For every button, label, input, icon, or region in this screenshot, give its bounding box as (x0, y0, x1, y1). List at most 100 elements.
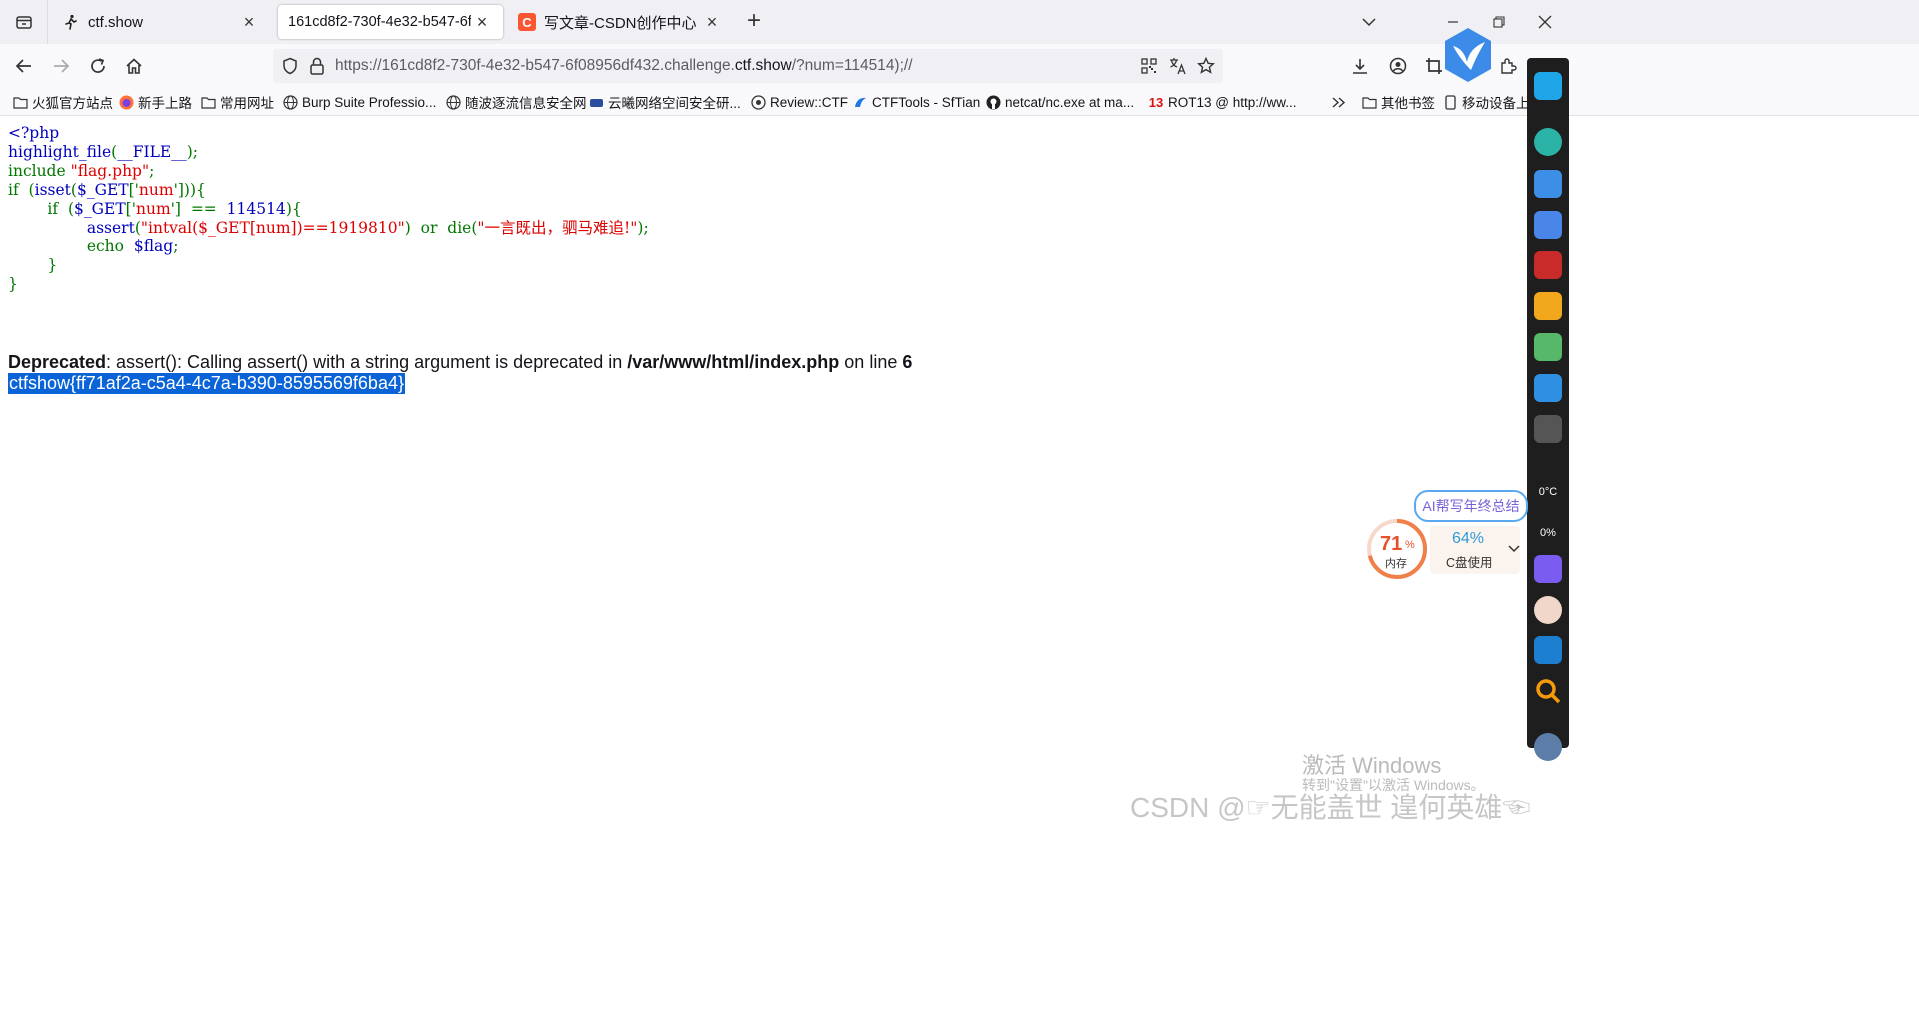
bookmark-item[interactable]: CTFTools - SfTian (852, 92, 980, 112)
bookmark-label: 常用网址 (220, 96, 274, 111)
bookmark-item[interactable]: 新手上路 (118, 92, 192, 112)
bookmark-item[interactable]: 云曦网络空间安全研... (588, 92, 741, 112)
download-icon (1353, 59, 1367, 74)
code-token: "intval($_GET[num])==1919810" (140, 218, 405, 237)
cube-icon[interactable] (1534, 555, 1562, 583)
folder-app-icon[interactable] (1534, 292, 1562, 320)
system-monitor-widget[interactable]: 71 % 内存 64% C盘使用 (1366, 518, 1526, 580)
warning-message: : assert(): Calling assert() with a stri… (106, 352, 628, 372)
double-chevron-right-icon (1330, 94, 1346, 110)
tab-list-button[interactable] (0, 0, 48, 44)
bookmark-item[interactable]: 随波逐流信息安全网 (445, 92, 587, 112)
close-window-button[interactable] (1530, 8, 1560, 36)
code-token: num (135, 199, 171, 218)
folder-icon (200, 94, 216, 110)
bookmark-item[interactable]: 常用网址 (200, 92, 274, 112)
bookmark-label: netcat/nc.exe at ma... (1005, 94, 1135, 110)
shield-icon[interactable] (281, 57, 299, 75)
ctftools-icon (852, 94, 868, 110)
shortcut-icon[interactable] (1534, 170, 1562, 198)
tab-list-icon (15, 16, 32, 29)
screen-icon[interactable] (1534, 636, 1562, 664)
code-token: $_GET (76, 180, 129, 199)
bookmark-label: Burp Suite Professio... (302, 94, 437, 110)
code-token: '])){ (173, 180, 206, 199)
chevron-down-icon (1362, 18, 1376, 27)
search-icon[interactable] (1534, 677, 1562, 705)
document-icon[interactable] (1534, 211, 1562, 239)
github-icon (985, 94, 1001, 110)
home-button[interactable] (120, 52, 148, 80)
bookmark-label: CTFTools - SfTian (872, 94, 981, 110)
lock-icon[interactable] (309, 57, 325, 75)
bookmark-item[interactable]: 13 ROT13 @ http://ww... (1148, 92, 1297, 112)
account-button[interactable] (1384, 52, 1412, 80)
code-token: assert (86, 218, 135, 237)
extensions-button[interactable] (1494, 52, 1522, 80)
code-token: $_GET (74, 199, 126, 218)
temperature-readout: 0°C (1538, 486, 1558, 498)
tab-title: 161cd8f2-730f-4e32-b547-6f08956df432.cha… (288, 14, 471, 30)
video-icon[interactable] (1534, 374, 1562, 402)
code-token: ); (637, 218, 649, 237)
more-icon[interactable] (1534, 415, 1562, 443)
url-prefix: https://161cd8f2-730f-4e32-b547-6f08956d… (335, 57, 735, 74)
code-token: if ( (8, 180, 35, 199)
bird-extension-icon[interactable] (1441, 26, 1495, 84)
downloads-button[interactable] (1346, 52, 1374, 80)
code-token: include (8, 161, 71, 180)
bookmark-item[interactable]: netcat/nc.exe at ma... (985, 92, 1134, 112)
close-icon[interactable]: × (471, 12, 493, 33)
bookmark-label: 火狐官方站点 (32, 96, 113, 111)
review-icon (750, 94, 766, 110)
bookmark-label: 新手上路 (138, 96, 192, 111)
back-button[interactable] (10, 52, 38, 80)
code-token: if ( (8, 199, 75, 218)
code-token: $flag (133, 237, 174, 256)
site-icon (588, 94, 604, 110)
bookmark-item[interactable]: Burp Suite Professio... (282, 92, 436, 112)
avatar[interactable] (1534, 596, 1562, 624)
user-icon[interactable] (1534, 128, 1562, 156)
more-bookmarks-button[interactable] (1330, 92, 1350, 112)
new-tab-button[interactable]: + (742, 9, 766, 34)
code-token: ){ (285, 199, 302, 218)
close-icon[interactable]: × (238, 12, 260, 33)
gear-icon[interactable] (1534, 733, 1562, 761)
archive-icon[interactable] (1534, 251, 1562, 279)
code-token: ; (173, 237, 179, 256)
memory-label: 内存 (1385, 558, 1407, 570)
url-suffix: /?num=114514);// (791, 57, 913, 74)
memory-unit: % (1405, 539, 1415, 551)
tab-ctfshow[interactable]: ctf.show × (52, 5, 270, 39)
bookmark-item[interactable]: 火狐官方站点 (12, 92, 113, 112)
translate-icon[interactable] (1169, 57, 1187, 75)
warning-file: /var/www/html/index.php (627, 352, 840, 372)
bookmark-label: ROT13 @ http://ww... (1168, 94, 1297, 110)
bookmark-item[interactable]: 其他书签 (1361, 92, 1435, 112)
bookmark-star-icon[interactable] (1197, 57, 1215, 75)
list-all-tabs-button[interactable] (1354, 8, 1384, 36)
reload-icon (91, 58, 105, 73)
chevron-down-icon[interactable] (1508, 544, 1520, 554)
close-icon[interactable]: × (701, 12, 723, 33)
tab-csdn[interactable]: C 写文章-CSDN创作中心 × (508, 5, 733, 39)
tab-challenge[interactable]: 161cd8f2-730f-4e32-b547-6f08956df432.cha… (278, 5, 503, 39)
reload-button[interactable] (84, 52, 112, 80)
arrow-left-icon (15, 59, 31, 73)
csdn-icon: C (518, 13, 536, 31)
code-token: "flag.php" (70, 161, 150, 180)
account-icon (1389, 57, 1407, 75)
qr-code-icon[interactable] (1141, 58, 1157, 74)
bookmark-item[interactable]: Review::CTF (750, 92, 848, 112)
bookmark-label: 随波逐流信息安全网 (465, 96, 587, 111)
url-bar[interactable]: https://161cd8f2-730f-4e32-b547-6f08956d… (273, 49, 1223, 83)
globe-icon (282, 94, 298, 110)
bookmark-label: 云曦网络空间安全研... (608, 96, 741, 111)
image-icon[interactable] (1534, 333, 1562, 361)
flag-output[interactable]: ctfshow{ff71af2a-c5a4-4c7a-b390-8595569f… (8, 373, 405, 394)
forward-button[interactable] (47, 52, 75, 80)
monitor-icon[interactable] (1534, 72, 1562, 100)
url-text[interactable]: https://161cd8f2-730f-4e32-b547-6f08956d… (335, 57, 1125, 75)
